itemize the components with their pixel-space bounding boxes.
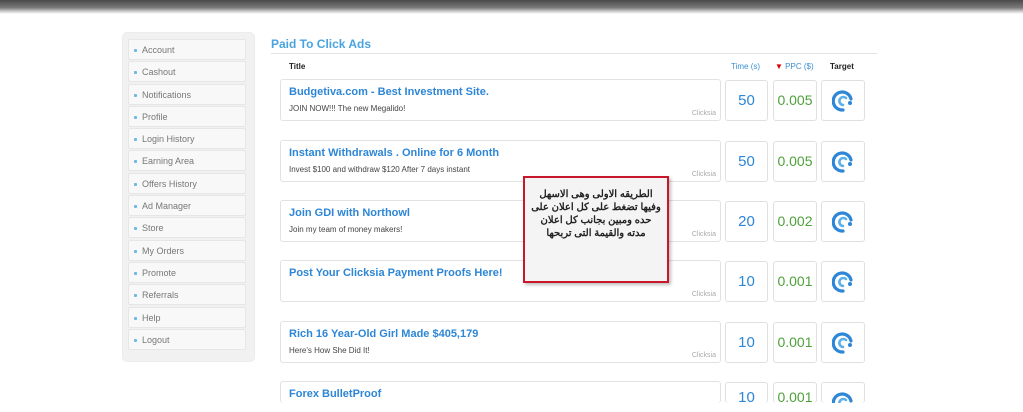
sidebar-item-help[interactable]: Help [128, 306, 246, 328]
ad-title-link[interactable]: Instant Withdrawals . Online for 6 Month [289, 147, 499, 159]
ad-title-link[interactable]: Join GDI with Northowl [289, 207, 410, 219]
bullet-icon [134, 93, 137, 97]
ad-description: Join my team of money makers! [289, 225, 403, 234]
ad-source: Clicksia [691, 231, 716, 238]
ad-time: 10 [725, 261, 768, 302]
target-button[interactable] [821, 322, 865, 363]
column-header-target: Target [830, 62, 854, 71]
column-header-ppc[interactable]: ▼ PPC ($) [775, 62, 814, 71]
sort-down-arrow-icon: ▼ [775, 62, 783, 71]
annotation-callout: الطريقه الاولى وهى الاسهل وفيها تضغط على… [523, 176, 669, 283]
target-spiral-icon [832, 90, 853, 112]
top-banner-strip [0, 0, 1023, 14]
sidebar-item-profile[interactable]: Profile [128, 105, 246, 127]
target-button[interactable] [821, 141, 865, 182]
target-spiral-icon [832, 211, 853, 233]
sidebar-item-label: Logout [142, 334, 170, 345]
target-spiral-icon [832, 392, 853, 403]
sidebar-menu: Account Cashout Notifications Profile Lo… [128, 39, 246, 351]
sidebar-item-account[interactable]: Account [128, 39, 246, 60]
sidebar-item-logout[interactable]: Logout [128, 328, 246, 350]
sidebar-item-referrals[interactable]: Referrals [128, 284, 246, 306]
ad-time: 10 [725, 382, 768, 406]
ad-row[interactable]: Rich 16 Year-Old Girl Made $405,179 Here… [280, 321, 721, 363]
sidebar-item-label: Promote [142, 267, 177, 278]
ad-title-link[interactable]: Forex BulletProof [289, 388, 381, 400]
bullet-icon [134, 115, 137, 119]
sidebar-item-my-orders[interactable]: My Orders [128, 239, 246, 261]
column-header-ppc-label: PPC ($) [785, 62, 814, 71]
bullet-icon [134, 182, 137, 186]
sidebar-item-promote[interactable]: Promote [128, 261, 246, 283]
ad-ppc: 0.005 [773, 80, 817, 121]
ad-time: 20 [725, 201, 768, 242]
ad-ppc: 0.001 [773, 322, 817, 363]
sidebar-item-label: Notifications [142, 89, 192, 100]
target-button[interactable] [821, 382, 865, 403]
page-title: Paid To Click Ads [271, 37, 372, 51]
ad-row[interactable]: Forex BulletProof [280, 381, 721, 403]
sidebar-item-cashout[interactable]: Cashout [128, 61, 246, 83]
ad-time: 50 [725, 141, 768, 182]
bullet-icon [134, 205, 137, 209]
bullet-icon [134, 160, 137, 164]
ad-source: Clicksia [691, 352, 716, 359]
ad-ppc: 0.001 [773, 261, 817, 302]
sidebar-item-label: Earning Area [142, 156, 195, 167]
target-button[interactable] [821, 80, 865, 121]
sidebar-item-ad-manager[interactable]: Ad Manager [128, 195, 246, 217]
ad-ppc: 0.001 [773, 382, 817, 405]
ad-time: 50 [725, 80, 768, 121]
sidebar-item-label: My Orders [142, 245, 185, 256]
ad-title-link[interactable]: Rich 16 Year-Old Girl Made $405,179 [289, 328, 478, 340]
sidebar-item-label: Profile [142, 111, 168, 122]
ad-time: 10 [725, 322, 768, 363]
ad-source: Clicksia [691, 110, 716, 117]
sidebar-item-earning-area[interactable]: Earning Area [128, 150, 246, 172]
ad-source: Clicksia [691, 291, 716, 298]
bullet-icon [134, 49, 137, 52]
bullet-icon [134, 138, 137, 142]
sidebar-item-notifications[interactable]: Notifications [128, 83, 246, 105]
target-spiral-icon [832, 151, 853, 173]
column-header-time[interactable]: Time (s) [731, 62, 760, 71]
sidebar-item-label: Cashout [142, 67, 176, 78]
sidebar-item-label: Account [142, 45, 175, 55]
bullet-icon [134, 227, 137, 231]
bullet-icon [134, 294, 137, 298]
target-spiral-icon [832, 271, 853, 293]
title-divider [271, 53, 877, 54]
ad-title-link[interactable]: Post Your Clicksia Payment Proofs Here! [289, 267, 503, 279]
sidebar-item-label: Offers History [142, 178, 197, 189]
sidebar-item-label: Store [142, 223, 164, 234]
ad-title-link[interactable]: Budgetiva.com - Best Investment Site. [289, 86, 489, 98]
ad-description: Here's How She Did It! [289, 346, 370, 355]
bullet-icon [134, 271, 137, 275]
sidebar: Account Cashout Notifications Profile Lo… [123, 33, 254, 361]
bullet-icon [134, 249, 137, 253]
sidebar-item-label: Ad Manager [142, 201, 192, 212]
sidebar-item-label: Login History [142, 134, 195, 145]
ad-description: Invest $100 and withdraw $120 After 7 da… [289, 165, 471, 174]
column-header-title: Title [289, 62, 306, 71]
target-spiral-icon [832, 332, 853, 354]
bullet-icon [134, 316, 137, 320]
ad-row[interactable]: Budgetiva.com - Best Investment Site. JO… [280, 79, 721, 121]
sidebar-item-label: Referrals [142, 290, 179, 301]
ad-source: Clicksia [691, 171, 716, 178]
sidebar-item-offers-history[interactable]: Offers History [128, 172, 246, 194]
sidebar-item-label: Help [142, 312, 161, 323]
ad-ppc: 0.002 [773, 201, 817, 242]
sidebar-item-login-history[interactable]: Login History [128, 128, 246, 150]
bullet-icon [134, 71, 137, 75]
target-button[interactable] [821, 201, 865, 242]
target-button[interactable] [821, 261, 865, 302]
ad-ppc: 0.005 [773, 141, 817, 182]
bullet-icon [134, 338, 137, 342]
ad-description: JOIN NOW!!! The new Megalido! [289, 104, 406, 113]
sidebar-item-store[interactable]: Store [128, 217, 246, 239]
